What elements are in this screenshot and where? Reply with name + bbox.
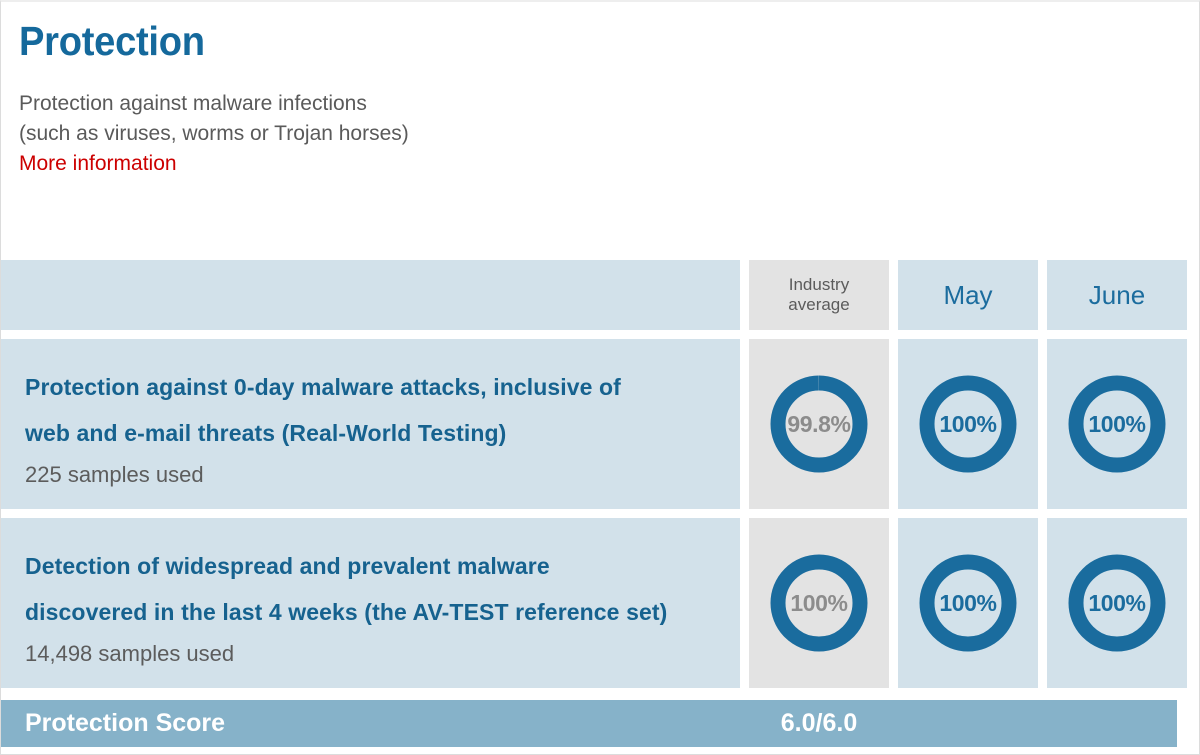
donut-chart-0-industry: 99.8%: [767, 372, 871, 476]
criterion-cell-1: Detection of widespread and prevalent ma…: [1, 518, 740, 688]
result-cell-1-industry: 100%: [749, 518, 889, 688]
protection-score-value: 6.0/6.0: [780, 709, 858, 737]
donut-value-0-industry: 99.8%: [787, 410, 851, 437]
criterion-samples-1: 14,498 samples used: [25, 641, 235, 667]
table-header-spacer: [1, 260, 740, 330]
criterion-cell-0: Protection against 0-day malware attacks…: [1, 339, 740, 509]
column-header-industry-average: Industry average: [749, 260, 889, 330]
donut-value-1-industry: 100%: [790, 589, 848, 616]
results-table: Industry average May June Protection aga…: [1, 260, 1187, 697]
intro-section: Protection Protection against malware in…: [1, 2, 1199, 178]
donut-chart-0-may: 100%: [916, 372, 1020, 476]
table-header-row: Industry average May June: [1, 260, 1187, 330]
column-header-june-label: June: [1088, 279, 1146, 310]
criterion-samples-0: 225 samples used: [25, 462, 204, 488]
result-cell-0-may: 100%: [898, 339, 1038, 509]
industry-average-line-1: Industry: [788, 275, 850, 295]
criterion-title-line-2: discovered in the last 4 weeks (the AV-T…: [25, 598, 668, 625]
protection-score-label: Protection Score: [25, 709, 226, 737]
column-header-may-label: May: [943, 279, 993, 310]
donut-value-1-june: 100%: [1088, 589, 1146, 616]
result-cell-1-may: 100%: [898, 518, 1038, 688]
donut-value-0-june: 100%: [1088, 410, 1146, 437]
criterion-title-line-2: web and e-mail threats (Real-World Testi…: [25, 419, 507, 446]
protection-result-page: Protection Protection against malware in…: [0, 0, 1200, 755]
table-row: Detection of widespread and prevalent ma…: [1, 518, 1187, 688]
table-row: Protection against 0-day malware attacks…: [1, 339, 1187, 509]
column-header-june: June: [1047, 260, 1187, 330]
donut-chart-0-june: 100%: [1065, 372, 1169, 476]
column-header-may: May: [898, 260, 1038, 330]
donut-chart-1-june: 100%: [1065, 551, 1169, 655]
donut-value-0-may: 100%: [939, 410, 997, 437]
criterion-title-line-1: Detection of widespread and prevalent ma…: [25, 553, 550, 579]
donut-chart-1-may: 100%: [916, 551, 1020, 655]
industry-average-line-2: average: [788, 295, 850, 314]
donut-chart-1-industry: 100%: [767, 551, 871, 655]
donut-value-1-may: 100%: [939, 589, 997, 616]
page-title: Protection: [19, 18, 205, 64]
description-line-2: (such as viruses, worms or Trojan horses…: [19, 121, 409, 145]
more-information-link[interactable]: More information: [19, 149, 177, 179]
description-line-1: Protection against malware infections: [19, 92, 367, 116]
result-cell-0-june: 100%: [1047, 339, 1187, 509]
result-cell-1-june: 100%: [1047, 518, 1187, 688]
protection-score-bar: Protection Score 6.0/6.0: [1, 700, 1177, 747]
column-header-industry-average-label: Industry average: [788, 275, 849, 314]
criterion-title-line-1: Protection against 0-day malware attacks…: [25, 374, 621, 400]
result-cell-0-industry: 99.8%: [749, 339, 889, 509]
